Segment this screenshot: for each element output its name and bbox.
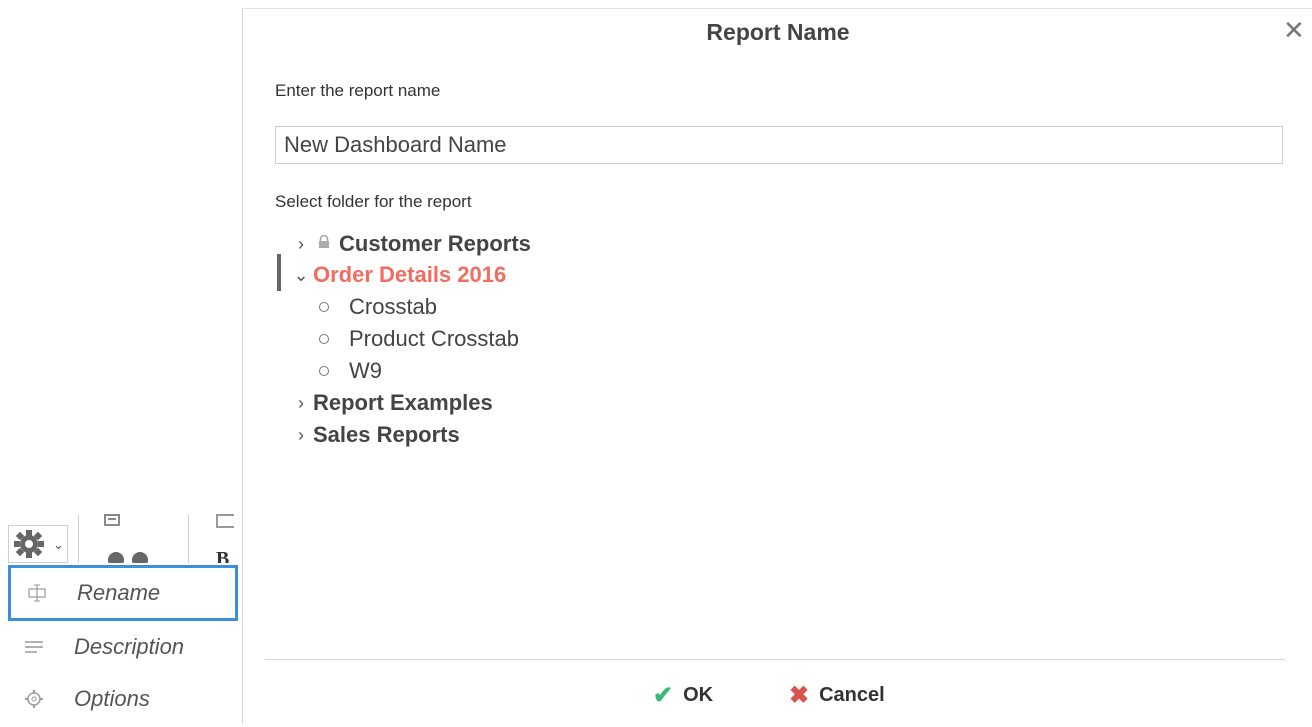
tree-leaf-w9[interactable]: W9 bbox=[319, 356, 382, 386]
tree-leaf-label: Product Crosstab bbox=[349, 326, 519, 351]
circle-icon bbox=[319, 334, 329, 344]
circle-icon bbox=[319, 366, 329, 376]
toolbar-divider bbox=[188, 515, 189, 563]
gear-icon bbox=[14, 530, 44, 558]
tree-node-sales-reports[interactable]: › Sales Reports bbox=[271, 420, 460, 450]
dialog-title: Report Name bbox=[706, 19, 850, 45]
close-icon[interactable]: ✕ bbox=[1283, 17, 1305, 43]
ok-button[interactable]: ✔ OK bbox=[653, 677, 713, 713]
layout-icon[interactable] bbox=[104, 514, 120, 526]
chevron-down-icon[interactable]: ⌄ bbox=[291, 265, 311, 286]
options-icon bbox=[14, 689, 54, 709]
close-icon: ✖ bbox=[789, 681, 810, 709]
folder-label: Select folder for the report bbox=[275, 192, 472, 211]
tree-node-customer-reports[interactable]: › Customer Reports bbox=[271, 229, 531, 259]
menu-item-description[interactable]: Description bbox=[8, 619, 238, 675]
bold-icon[interactable]: B bbox=[216, 548, 229, 563]
cancel-label: Cancel bbox=[819, 683, 885, 706]
footer-divider bbox=[265, 659, 1285, 660]
lock-icon bbox=[317, 234, 331, 254]
cancel-button[interactable]: ✖ Cancel bbox=[789, 677, 885, 713]
chevron-right-icon[interactable]: › bbox=[291, 425, 311, 446]
tree-node-report-examples[interactable]: › Report Examples bbox=[271, 388, 493, 418]
tree-node-label: Order Details 2016 bbox=[313, 262, 507, 287]
rename-icon bbox=[17, 583, 57, 603]
report-name-dialog: Report Name ✕ Enter the report name Sele… bbox=[242, 8, 1312, 724]
tree-leaf-label: W9 bbox=[349, 358, 382, 383]
context-menu: Rename Description Options bbox=[0, 563, 243, 723]
settings-dropdown-button[interactable]: ⌄ bbox=[8, 525, 68, 563]
check-icon: ✔ bbox=[653, 681, 674, 709]
toolbar-divider bbox=[78, 515, 79, 563]
menu-item-label: Rename bbox=[77, 580, 161, 605]
menu-item-label: Options bbox=[74, 686, 150, 711]
chevron-right-icon[interactable]: › bbox=[291, 393, 311, 414]
report-name-input[interactable] bbox=[275, 126, 1283, 164]
ok-label: OK bbox=[683, 683, 714, 706]
menu-item-rename[interactable]: Rename bbox=[8, 565, 238, 621]
menu-item-label: Description bbox=[74, 634, 185, 659]
menu-item-options[interactable]: Options bbox=[8, 671, 238, 727]
name-label: Enter the report name bbox=[275, 81, 441, 100]
toggle-icons[interactable] bbox=[108, 552, 158, 563]
tree-node-label: Customer Reports bbox=[339, 231, 531, 256]
chevron-down-icon: ⌄ bbox=[53, 537, 64, 552]
tree-leaf-label: Crosstab bbox=[349, 294, 438, 319]
tree-leaf-product-crosstab[interactable]: Product Crosstab bbox=[319, 324, 519, 354]
tree-node-label: Report Examples bbox=[313, 390, 493, 415]
chevron-right-icon[interactable]: › bbox=[291, 234, 311, 255]
tree-node-order-details[interactable]: ⌄ Order Details 2016 bbox=[271, 260, 506, 290]
tree-node-label: Sales Reports bbox=[313, 422, 460, 447]
image-icon[interactable] bbox=[216, 514, 234, 528]
circle-icon bbox=[319, 302, 329, 312]
tree-leaf-crosstab[interactable]: Crosstab bbox=[319, 292, 437, 322]
description-icon bbox=[14, 640, 54, 654]
